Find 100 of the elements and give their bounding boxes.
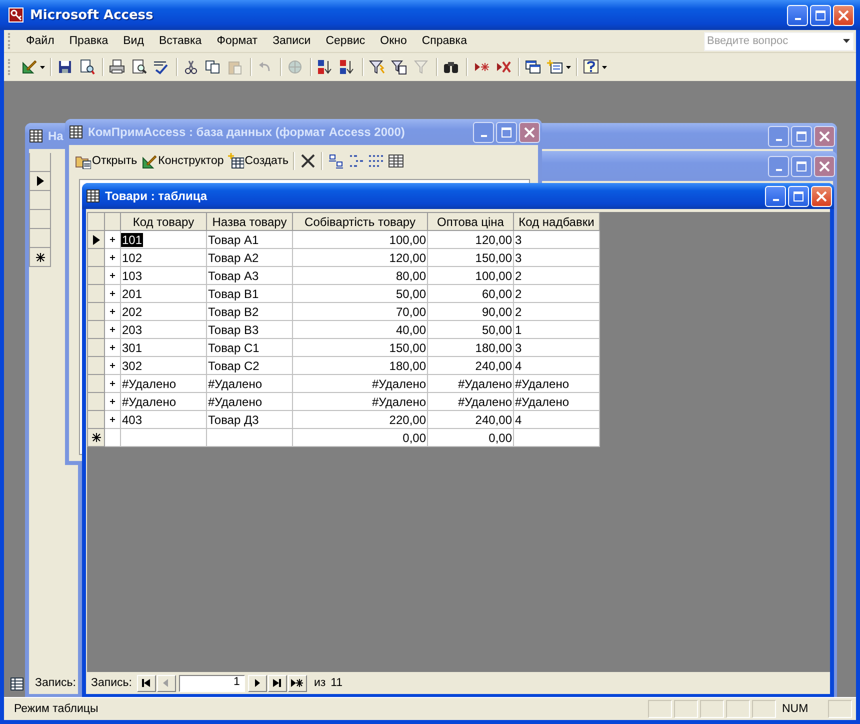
table-cell: 90,00 xyxy=(480,304,513,318)
expand-icon xyxy=(108,397,117,406)
menu-item[interactable]: Формат xyxy=(210,33,266,49)
previous-record-button[interactable] xyxy=(156,674,176,692)
table-cell: 120,00 xyxy=(474,232,513,246)
asterisk-icon xyxy=(92,433,100,442)
menu-item[interactable]: Вид xyxy=(116,33,152,49)
funnel-icon xyxy=(413,59,429,75)
table-icon xyxy=(69,125,83,139)
sort-descending-icon xyxy=(339,59,355,75)
maximize-button[interactable] xyxy=(791,156,812,176)
table-cell: 3 xyxy=(514,340,523,354)
last-record-button[interactable] xyxy=(268,674,287,692)
status-pane xyxy=(752,700,776,718)
printer-icon xyxy=(109,59,125,75)
small-icons-view-icon xyxy=(348,153,364,169)
row-selector[interactable] xyxy=(88,230,104,248)
row-selector[interactable] xyxy=(88,428,104,446)
close-icon xyxy=(819,130,830,142)
table-cell: #Удалено xyxy=(514,394,570,408)
caret-icon xyxy=(566,66,571,68)
table-cell: Товар В1 xyxy=(207,286,260,300)
toolbar-button[interactable]: Конструктор xyxy=(139,150,226,172)
maximize-icon xyxy=(815,10,826,20)
table-cell: 302 xyxy=(121,358,144,372)
table-cell: 50,00 xyxy=(394,286,427,300)
last-record-icon xyxy=(271,678,284,688)
table-cell: 2 xyxy=(514,286,523,300)
new-record-button[interactable] xyxy=(288,674,307,692)
menu-item[interactable]: Вставка xyxy=(152,33,210,49)
table-cell: 2 xyxy=(514,268,523,282)
close-button[interactable] xyxy=(519,122,540,142)
list-view-icon xyxy=(368,153,384,169)
table-cell: #Удалено xyxy=(207,376,264,390)
table-cell: 0,00 xyxy=(488,430,513,444)
record-pointer-icon xyxy=(92,234,100,244)
first-record-icon xyxy=(140,678,152,688)
clipboard-icon xyxy=(227,59,243,75)
record-number-field[interactable]: 1 xyxy=(178,674,245,692)
question-mark-icon xyxy=(583,59,599,75)
asterisk-icon xyxy=(36,252,44,262)
num-lock-indicator: NUM xyxy=(781,703,810,715)
windows-icon xyxy=(525,59,541,75)
close-button[interactable] xyxy=(814,156,835,176)
table-cell: 180,00 xyxy=(388,358,427,372)
maximize-button[interactable] xyxy=(496,122,517,142)
dropdown-arrow-icon xyxy=(843,38,850,42)
close-icon xyxy=(819,160,830,172)
copy-icon xyxy=(205,59,221,75)
table-cell: #Удалено xyxy=(370,394,427,408)
question-field[interactable]: Введите вопрос xyxy=(704,32,854,50)
table-cell: 240,00 xyxy=(474,412,513,426)
window-title: Товари : таблица xyxy=(105,189,208,203)
column-header[interactable]: Код товару xyxy=(120,212,206,230)
first-record-button[interactable] xyxy=(136,674,156,692)
menu-item[interactable]: Справка xyxy=(414,33,475,49)
column-header[interactable]: Назва товару xyxy=(206,212,292,230)
menu-item[interactable]: Правка xyxy=(62,33,116,49)
table-cell: 201 xyxy=(121,286,144,300)
expand-icon xyxy=(108,289,117,298)
scissors-icon xyxy=(183,59,199,75)
minimize-icon xyxy=(776,169,782,171)
status-pane xyxy=(700,700,724,718)
menu-item[interactable]: Файл xyxy=(19,33,62,49)
record-count: 11 xyxy=(330,677,343,689)
table-cell: 40,00 xyxy=(394,322,427,336)
column-header[interactable]: Оптова ціна xyxy=(428,212,514,230)
table-cell: 3 xyxy=(514,250,523,264)
maximize-button[interactable] xyxy=(791,126,812,146)
close-button[interactable] xyxy=(814,126,835,146)
expand-icon xyxy=(108,235,117,244)
minimize-button[interactable] xyxy=(768,126,789,146)
table-cell: Товар В2 xyxy=(207,304,260,318)
table-cell: 403 xyxy=(121,412,144,426)
column-header[interactable]: Собівартість товару xyxy=(292,212,428,230)
expand-icon xyxy=(108,379,117,388)
column-header[interactable]: Код надбавки xyxy=(514,212,600,230)
toolbar-button[interactable]: Создать xyxy=(226,150,290,172)
menu-item[interactable]: Записи xyxy=(266,33,319,49)
table-cell: 220,00 xyxy=(388,412,427,426)
arrow-cross-icon xyxy=(495,59,511,75)
status-text: Режим таблицы xyxy=(13,703,100,715)
funnel-lightning-icon xyxy=(369,59,385,75)
table-cell: 101 xyxy=(121,232,144,246)
sparkle-form-icon xyxy=(547,59,563,75)
table-cell: 202 xyxy=(121,304,144,318)
next-record-button[interactable] xyxy=(248,674,267,692)
page-magnifier-icon xyxy=(79,59,95,75)
menu-item[interactable]: Сервис xyxy=(318,33,374,49)
menu-item[interactable]: Окно xyxy=(373,33,415,49)
expand-icon xyxy=(108,253,117,262)
minimize-button[interactable] xyxy=(768,156,789,176)
maximize-icon xyxy=(501,126,512,138)
table-cell: 4 xyxy=(514,412,523,426)
table-cell: 0,00 xyxy=(402,430,427,444)
toolbar-button[interactable]: Открыть xyxy=(73,150,140,172)
minimize-button[interactable] xyxy=(473,122,494,142)
table-cell: 240,00 xyxy=(474,358,513,372)
ruler-pencil-icon xyxy=(141,153,158,169)
record-label: Запись: xyxy=(91,677,132,689)
